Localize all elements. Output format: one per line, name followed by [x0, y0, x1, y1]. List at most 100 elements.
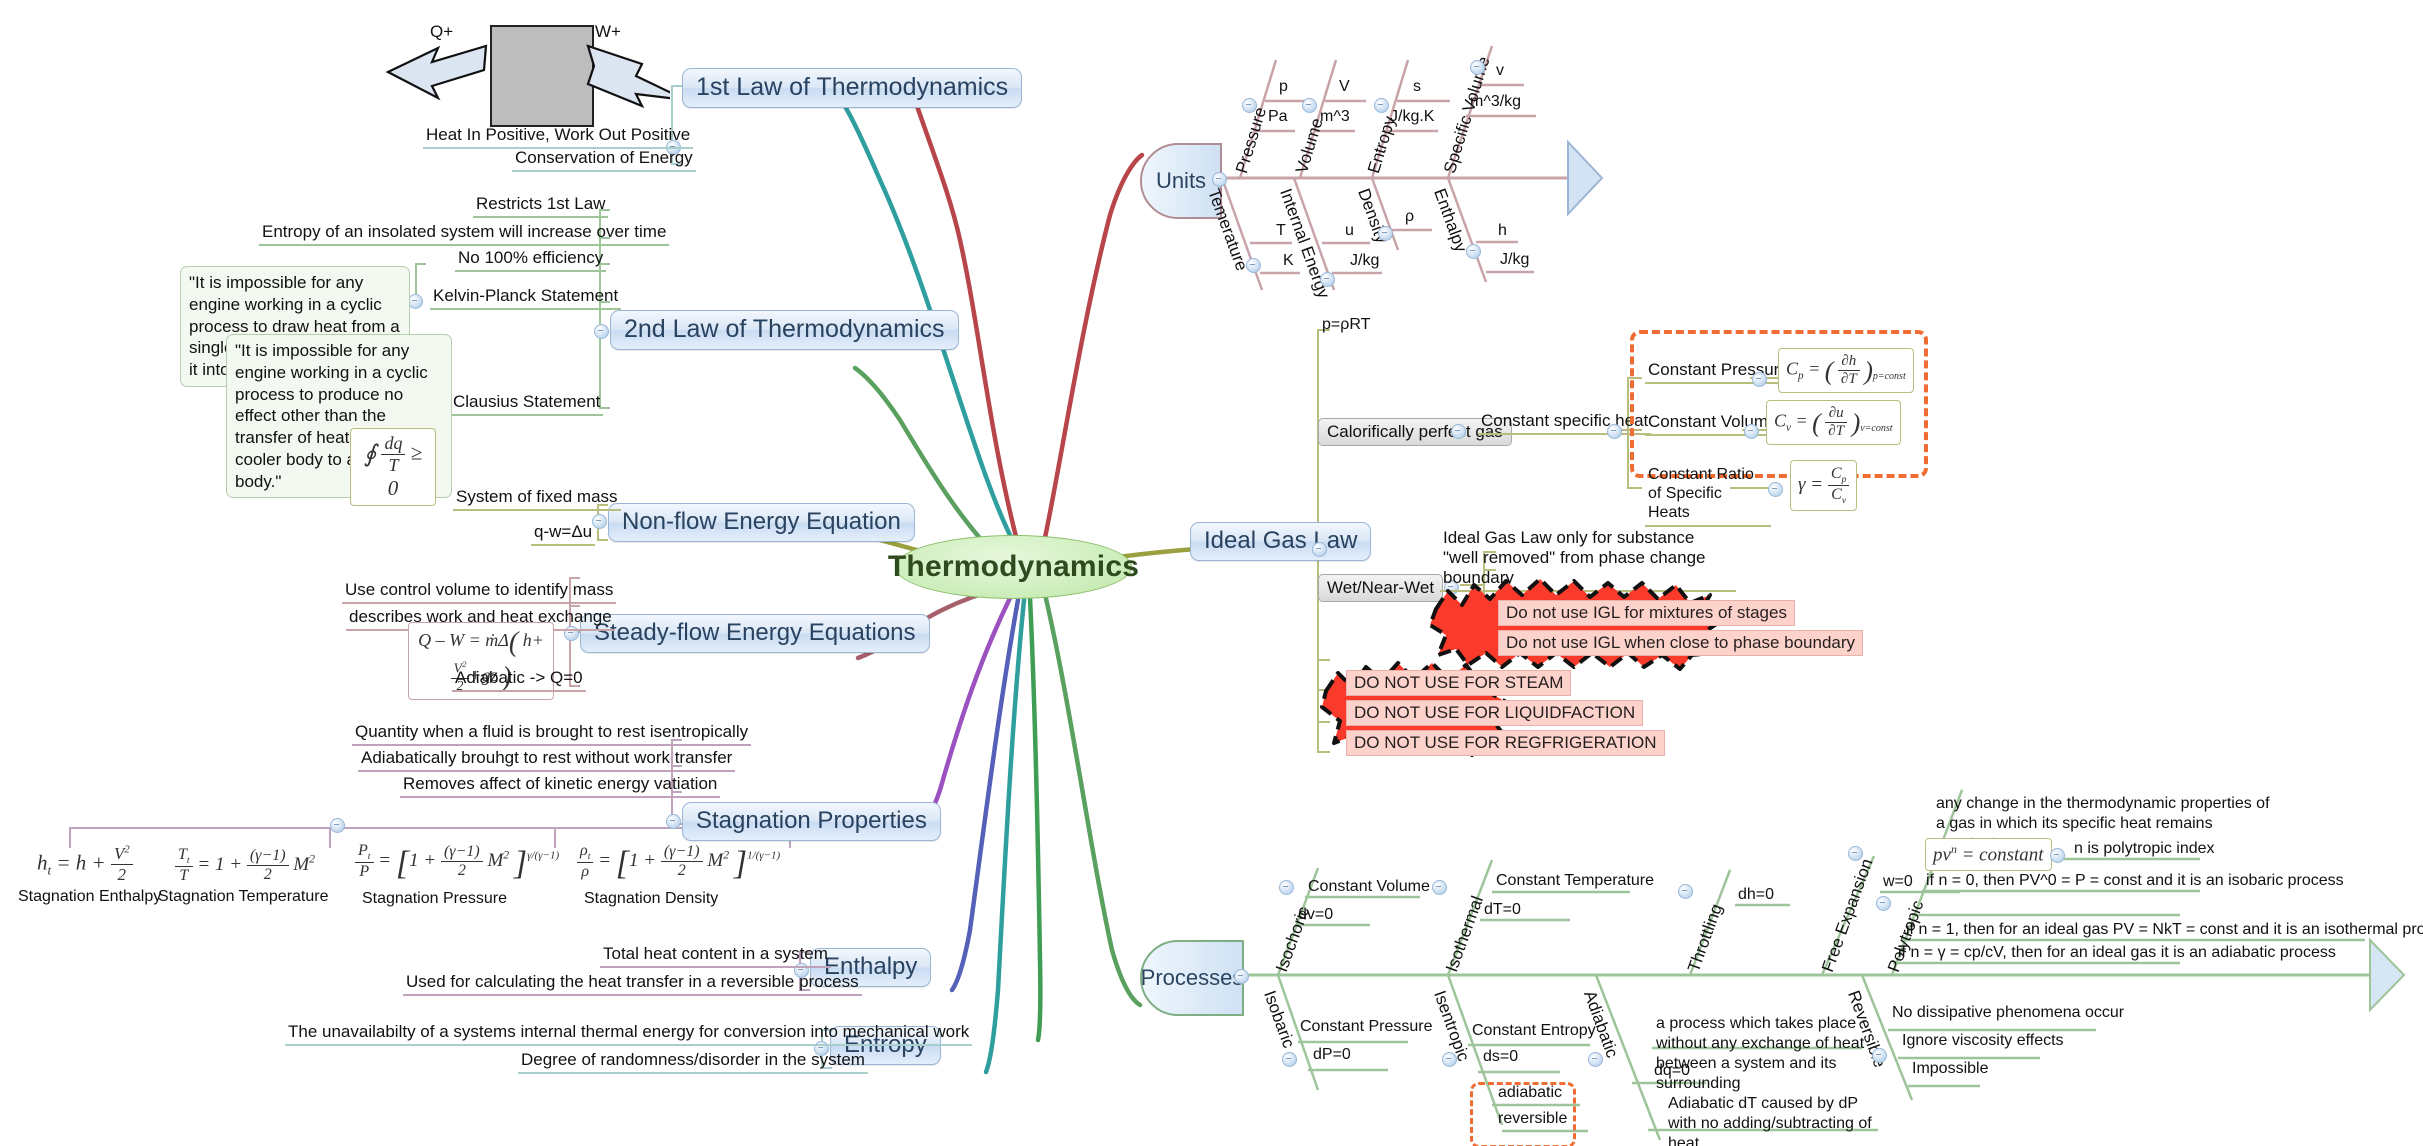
process-rib-isothermal-label[interactable]: Isothermal: [1442, 893, 1488, 974]
isobaric-item-1: dP=0: [1313, 1046, 1351, 1063]
reversible-item-2: Impossible: [1912, 1060, 1989, 1077]
collapse-toggle-calorifically-perfect-gas[interactable]: [1451, 424, 1466, 439]
unit-temperature-symbol: T: [1276, 222, 1286, 239]
second-law-child-1[interactable]: Entropy of an insolated system will incr…: [259, 222, 670, 247]
isentropic-item-2: adiabatic: [1498, 1084, 1563, 1101]
collapse-toggle-constant-specific-heat[interactable]: [1607, 424, 1622, 439]
node-processes-label: Processes: [1140, 965, 1244, 990]
constant-specific-heat-label[interactable]: Constant specific heat: [1478, 411, 1652, 436]
mindmap-canvas: Thermodynamics Q+ W+ 1st Law of Thermody…: [0, 0, 2423, 1146]
stagnation-enthalpy-group: ht = h + V2 2 Stagnation Enthalpy: [18, 840, 161, 905]
collapse-toggle-isothermal[interactable]: [1432, 880, 1447, 895]
collapse-toggle-throttling[interactable]: [1678, 884, 1693, 899]
second-law-child-3[interactable]: Kelvin-Planck Statement: [430, 286, 622, 311]
unit-entropy-symbol: s: [1413, 78, 1421, 95]
specific-heat-0-label[interactable]: Constant Pressure: [1645, 360, 1792, 385]
stagnation-child-1[interactable]: Adiabatically brouhgt to rest without wo…: [358, 748, 736, 773]
process-rib-free-expansion-label[interactable]: Free Expansion: [1818, 856, 1878, 975]
non-flow-child-1[interactable]: q-w=Δu: [531, 522, 596, 547]
unit-enthalpy-unit: J/kg: [1500, 251, 1530, 268]
collapse-toggle-unit-enthalpy[interactable]: [1466, 244, 1481, 259]
non-flow-child-0[interactable]: System of fixed mass: [453, 487, 621, 512]
collapse-toggle-adiabatic[interactable]: [1588, 1052, 1603, 1067]
unit-rib-enthalpy-label[interactable]: Enthalpy: [1429, 186, 1470, 255]
isentropic-item-1: ds=0: [1483, 1048, 1519, 1065]
second-law-child-0[interactable]: Restricts 1st Law: [473, 194, 609, 219]
second-law-child-4[interactable]: Clausius Statement: [450, 392, 604, 417]
collapse-toggle-isobaric[interactable]: [1282, 1052, 1297, 1067]
isothermal-item-1: dT=0: [1484, 901, 1521, 918]
collapse-toggle-unit-density[interactable]: [1378, 226, 1393, 241]
steady-flow-child-0[interactable]: Use control volume to identify mass: [342, 580, 617, 605]
second-law-child-2[interactable]: No 100% efficiency: [455, 248, 607, 273]
unit-internal-energy-symbol: u: [1345, 222, 1354, 239]
wet-near-wet-node[interactable]: Wet/Near-Wet: [1318, 574, 1444, 602]
node-stagnation[interactable]: Stagnation Properties: [682, 802, 941, 842]
node-ideal-gas-law[interactable]: Ideal Gas Law: [1190, 522, 1372, 562]
w-plus-label: W+: [595, 22, 621, 41]
stagnation-temperature-formula: Tt T = 1 + (γ−1) 2 M2: [168, 842, 322, 889]
isentropic-item-0: Constant Entropy: [1472, 1022, 1596, 1039]
ideal-gas-law-equation: p=ρRT: [1322, 316, 1371, 333]
node-second-law[interactable]: 2nd Law of Thermodynamics: [610, 310, 959, 351]
steady-flow-child-2[interactable]: Adiabatic -> Q=0: [452, 668, 586, 693]
adiabatic-item-0: a process which takes place without any …: [1656, 1015, 1865, 1092]
collapse-toggle-unit-pressure[interactable]: [1242, 98, 1257, 113]
unit-specific-volume-symbol: v: [1496, 62, 1504, 79]
collapse-toggle-free-expansion[interactable]: [1848, 846, 1863, 861]
specific-heat-2-label[interactable]: Constant Ratio of Specific Heats: [1645, 466, 1771, 527]
unit-rib-pressure-label[interactable]: Pressure: [1232, 105, 1271, 176]
collapse-toggle-specific-heat-2[interactable]: [1768, 482, 1783, 497]
node-steady-flow[interactable]: Steady-flow Energy Equations: [580, 614, 930, 654]
collapse-toggle-polytropic[interactable]: [1876, 896, 1891, 911]
collapse-toggle-isentropic[interactable]: [1442, 1052, 1457, 1067]
stagnation-child-0[interactable]: Quantity when a fluid is brought to rest…: [352, 722, 752, 747]
collapse-toggle-second-law[interactable]: [594, 324, 609, 339]
collapse-toggle-polytropic-formula[interactable]: [2050, 848, 2065, 863]
collapse-toggle-kelvin[interactable]: [408, 294, 423, 309]
collapse-toggle-unit-internal-energy[interactable]: [1320, 272, 1335, 287]
igl-hard-warning-1: DO NOT USE FOR LIQUIDFACTION: [1346, 700, 1644, 726]
entropy-child-0[interactable]: The unavailabilty of a systems internal …: [285, 1022, 973, 1047]
collapse-toggle-unit-volume[interactable]: [1302, 98, 1317, 113]
collapse-toggle-stagnation-formulas[interactable]: [330, 818, 345, 833]
collapse-toggle-specific-heat-0[interactable]: [1752, 372, 1767, 387]
stagnation-pressure-caption: Stagnation Pressure: [362, 890, 507, 907]
stagnation-temperature-group: Tt T = 1 + (γ−1) 2 M2 Stagnation Temperatu…: [158, 842, 328, 905]
node-processes[interactable]: Processes: [1140, 940, 1244, 1016]
unit-specific-volume-unit: m^3/kg: [1470, 93, 1522, 110]
node-non-flow[interactable]: Non-flow Energy Equation: [608, 503, 915, 543]
unit-rib-temperature-label[interactable]: Temerature: [1203, 186, 1251, 274]
collapse-toggle-units[interactable]: [1212, 172, 1227, 187]
isothermal-item-0: Constant Temperature: [1496, 872, 1655, 889]
entropy-child-1[interactable]: Degree of randomness/disorder in the sys…: [518, 1050, 868, 1075]
collapse-toggle-unit-specific-volume[interactable]: [1470, 60, 1485, 75]
stagnation-child-2[interactable]: Removes affect of kinetic energy vatiati…: [400, 774, 721, 799]
first-law-child-0[interactable]: Heat In Positive, Work Out Positive: [423, 125, 694, 150]
collapse-toggle-reversible[interactable]: [1872, 1048, 1887, 1063]
isochoric-item-0: Constant Volume: [1308, 878, 1430, 895]
stagnation-temperature-caption: Stagnation Temperature: [158, 888, 329, 905]
isentropic-item-3: reversible: [1498, 1110, 1568, 1127]
collapse-toggle-processes[interactable]: [1234, 969, 1249, 984]
collapse-toggle-unit-entropy[interactable]: [1374, 98, 1389, 113]
enthalpy-child-1[interactable]: Used for calculating the heat transfer i…: [403, 972, 862, 997]
specific-heat-1-label[interactable]: Constant Volume: [1645, 412, 1781, 437]
unit-pressure-symbol: p: [1279, 78, 1288, 95]
process-rib-throttling-label[interactable]: Throttling: [1684, 901, 1727, 974]
enthalpy-child-0[interactable]: Total heat content in a system: [600, 944, 831, 969]
collapse-toggle-ideal-gas-law[interactable]: [1312, 542, 1327, 557]
collapse-toggle-unit-temperature[interactable]: [1246, 258, 1261, 273]
central-node[interactable]: Thermodynamics: [888, 535, 1139, 599]
first-law-child-1[interactable]: Conservation of Energy: [512, 148, 696, 173]
collapse-toggle-stagnation[interactable]: [666, 814, 681, 829]
collapse-toggle-specific-heat-1[interactable]: [1744, 424, 1759, 439]
stagnation-pressure-formula: Pt P = [1 + (γ−1) 2 M2 ]γ/(γ−1): [348, 838, 566, 887]
process-rib-isobaric-label[interactable]: Isobaric: [1259, 988, 1298, 1051]
specific-heat-2-formula: γ = Cp Cv: [1790, 460, 1858, 512]
node-first-law[interactable]: 1st Law of Thermodynamics: [682, 68, 1023, 109]
node-second-law-label: 2nd Law of Thermodynamics: [624, 315, 945, 343]
unit-rib-specific-volume-label[interactable]: Specific Volume: [1440, 54, 1494, 176]
heat-work-arrows: [385, 44, 670, 109]
collapse-toggle-isochoric[interactable]: [1279, 880, 1294, 895]
